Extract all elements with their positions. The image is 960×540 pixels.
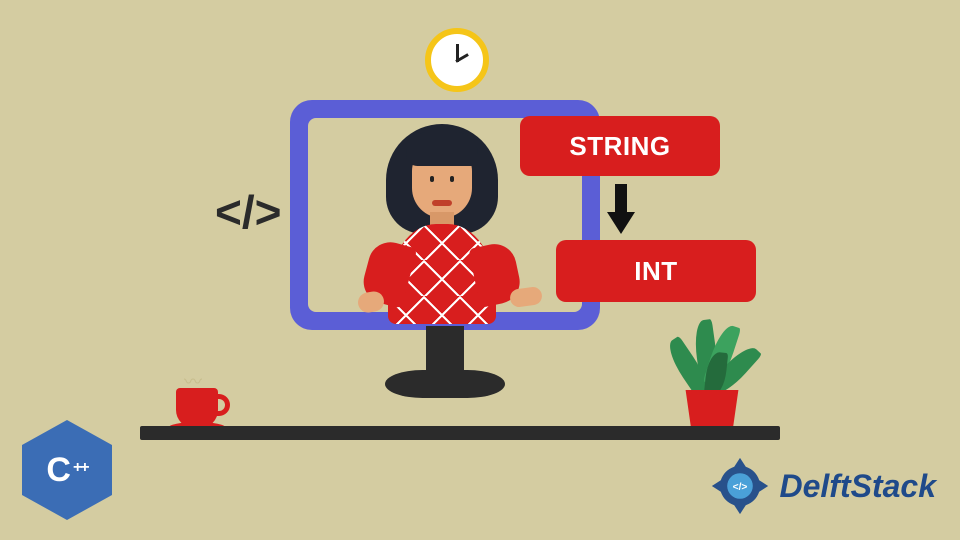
arrow-down-icon (610, 184, 632, 236)
cpp-pluses: ++ (73, 459, 88, 477)
plant-icon (650, 280, 770, 430)
label-string: STRING (520, 116, 720, 176)
desk (140, 426, 780, 440)
brand-logo: </> DelftStack (708, 454, 937, 518)
svg-text:</>: </> (732, 482, 747, 493)
delftstack-mark-icon: </> (708, 454, 772, 518)
cpp-letter: C (46, 451, 71, 490)
code-bracket-icon: </> (215, 185, 282, 239)
clock-icon (425, 28, 489, 92)
cpp-logo: C++ (22, 420, 112, 520)
brand-name: DelftStack (780, 468, 937, 505)
